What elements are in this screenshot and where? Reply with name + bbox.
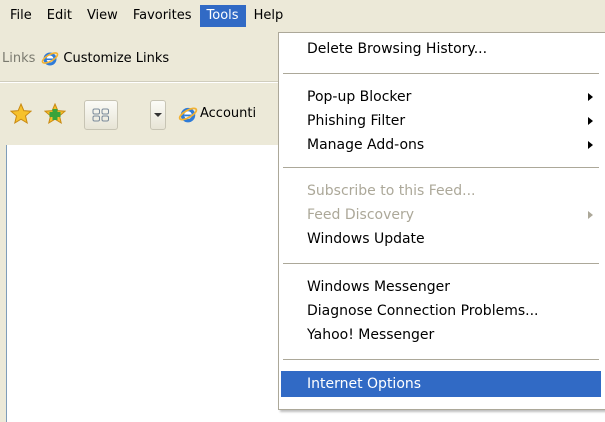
quick-tabs-button[interactable]	[84, 100, 118, 130]
menu-item-label: Phishing Filter	[307, 113, 406, 129]
menu-item-label: Windows Messenger	[307, 279, 450, 295]
ie-tab-icon	[178, 104, 198, 128]
menu-separator	[283, 73, 599, 74]
customize-links-link[interactable]: Customize Links	[63, 51, 169, 66]
submenu-arrow-icon	[588, 141, 593, 149]
tab-list-button[interactable]	[150, 100, 166, 130]
favorites-star-icon[interactable]	[9, 102, 33, 125]
menu-item-popup-blocker[interactable]: Pop-up Blocker	[281, 85, 601, 109]
menu-view[interactable]: View	[80, 5, 125, 27]
menu-item-internet-options[interactable]: Internet Options	[281, 371, 601, 397]
menu-item-label: Manage Add-ons	[307, 137, 425, 153]
menu-separator	[283, 359, 599, 360]
content-frame-edge	[0, 145, 7, 422]
menu-help[interactable]: Help	[247, 5, 291, 27]
chevron-down-icon	[154, 113, 162, 117]
ie-icon	[41, 49, 59, 67]
menu-item-label: Windows Update	[307, 231, 425, 247]
submenu-arrow-icon	[588, 117, 593, 125]
menu-bar: File Edit View Favorites Tools Help	[0, 0, 605, 32]
menu-item-label: Pop-up Blocker	[307, 89, 412, 105]
menu-favorites[interactable]: Favorites	[126, 5, 199, 27]
menu-item-delete-browsing-history[interactable]: Delete Browsing History...	[281, 37, 601, 61]
menu-item-yahoo-messenger[interactable]: Yahoo! Messenger	[281, 323, 601, 347]
links-label: Links	[2, 50, 36, 66]
menu-file[interactable]: File	[3, 5, 39, 27]
menu-item-label: Delete Browsing History...	[307, 41, 488, 57]
add-favorites-icon[interactable]	[43, 102, 67, 125]
menu-item-label: Subscribe to this Feed...	[307, 183, 476, 199]
menu-item-subscribe-feed: Subscribe to this Feed...	[281, 179, 601, 203]
menu-item-label: Internet Options	[307, 376, 422, 392]
menu-item-diagnose-connection[interactable]: Diagnose Connection Problems...	[281, 299, 601, 323]
tools-menu: Delete Browsing History... Pop-up Blocke…	[278, 32, 605, 410]
quick-tabs-icon	[92, 108, 109, 122]
menu-edit[interactable]: Edit	[40, 5, 79, 27]
menu-separator	[283, 263, 599, 264]
menu-item-windows-update[interactable]: Windows Update	[281, 227, 601, 251]
menu-item-feed-discovery: Feed Discovery	[281, 203, 601, 227]
submenu-arrow-icon	[588, 93, 593, 101]
menu-tools[interactable]: Tools	[199, 5, 246, 27]
menu-item-manage-add-ons[interactable]: Manage Add-ons	[281, 133, 601, 157]
menu-item-label: Yahoo! Messenger	[307, 327, 435, 343]
menu-separator	[283, 167, 599, 168]
submenu-arrow-icon	[588, 211, 593, 219]
menu-item-phishing-filter[interactable]: Phishing Filter	[281, 109, 601, 133]
browser-tab-title[interactable]: Accounti	[200, 104, 276, 124]
menu-item-windows-messenger[interactable]: Windows Messenger	[281, 275, 601, 299]
menu-item-label: Feed Discovery	[307, 207, 415, 223]
menu-item-label: Diagnose Connection Problems...	[307, 303, 539, 319]
